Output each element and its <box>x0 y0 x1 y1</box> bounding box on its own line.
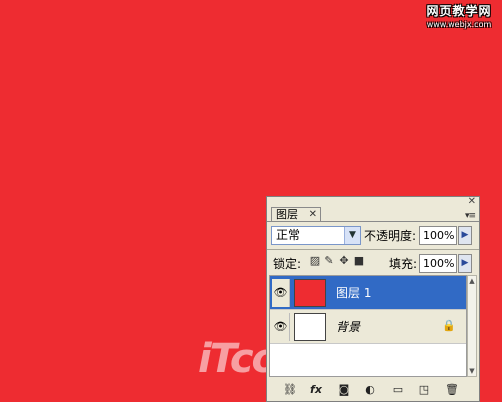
layers-panel: ✕ 图层 ✕ ▾≡ 正常 ▼ 不透明度: 100% ▶ 锁定: ▨ ✎ ✥ ■ … <box>266 196 480 402</box>
tab-layers[interactable]: 图层 ✕ <box>271 207 321 222</box>
layers-list: 👁 图层 1 👁 背景 🔒 <box>269 275 467 377</box>
watermark-title: 网页教学网 <box>426 4 492 18</box>
trash-icon[interactable]: 🗑 <box>445 383 459 397</box>
layers-scrollbar[interactable]: ▲ ▼ <box>467 275 477 377</box>
fill-label: 填充: <box>389 257 418 271</box>
lock-label: 锁定: <box>273 257 302 271</box>
opacity-label: 不透明度: <box>364 229 417 243</box>
lock-transparent-icon[interactable]: ▨ <box>309 255 321 267</box>
lock-paint-icon[interactable]: ✎ <box>323 255 335 267</box>
eye-icon[interactable]: 👁 <box>272 313 290 341</box>
blend-mode-value: 正常 <box>276 228 301 242</box>
lock-icon: 🔒 <box>442 319 456 332</box>
watermark-top: 网页教学网 www.webjx.com <box>420 4 498 34</box>
opacity-input[interactable]: 100% <box>419 226 457 245</box>
new-layer-icon[interactable]: ◳ <box>417 383 431 397</box>
layer-thumbnail <box>294 279 326 307</box>
layer-name[interactable]: 背景 <box>336 319 360 335</box>
divider <box>267 221 479 222</box>
blend-mode-select[interactable]: 正常 ▼ <box>271 226 361 245</box>
scroll-up-icon[interactable]: ▲ <box>468 277 476 285</box>
close-icon[interactable]: ✕ <box>309 208 317 222</box>
mask-icon[interactable]: ◙ <box>337 383 351 397</box>
link-icon[interactable]: ⛓ <box>283 383 297 397</box>
panel-menu-icon[interactable]: ▾≡ <box>465 211 476 221</box>
watermark-url: www.webjx.com <box>426 20 492 29</box>
divider <box>267 249 479 250</box>
layer-row-layer1[interactable]: 👁 图层 1 <box>270 276 466 310</box>
eye-icon[interactable]: 👁 <box>272 279 290 307</box>
adjustment-icon[interactable]: ◐ <box>363 383 377 397</box>
layer-thumbnail <box>294 313 326 341</box>
scroll-down-icon[interactable]: ▼ <box>468 367 476 375</box>
close-icon[interactable]: ✕ <box>468 197 476 207</box>
chevron-down-icon[interactable]: ▼ <box>344 227 360 244</box>
folder-icon[interactable]: ▭ <box>391 383 405 397</box>
lock-move-icon[interactable]: ✥ <box>338 255 350 267</box>
fill-arrow-button[interactable]: ▶ <box>458 254 472 273</box>
lock-all-icon[interactable]: ■ <box>353 255 365 267</box>
opacity-arrow-button[interactable]: ▶ <box>458 226 472 245</box>
lock-icons: ▨ ✎ ✥ ■ <box>309 255 369 269</box>
layer-row-background[interactable]: 👁 背景 🔒 <box>270 310 466 344</box>
fx-icon[interactable]: fx <box>309 383 323 397</box>
tab-label: 图层 <box>276 208 298 221</box>
panel-titlebar <box>267 197 479 207</box>
fill-input[interactable]: 100% <box>419 254 457 273</box>
layers-toolbar: ⛓ fx ◙ ◐ ▭ ◳ 🗑 <box>267 379 479 401</box>
layer-name[interactable]: 图层 1 <box>336 285 371 301</box>
